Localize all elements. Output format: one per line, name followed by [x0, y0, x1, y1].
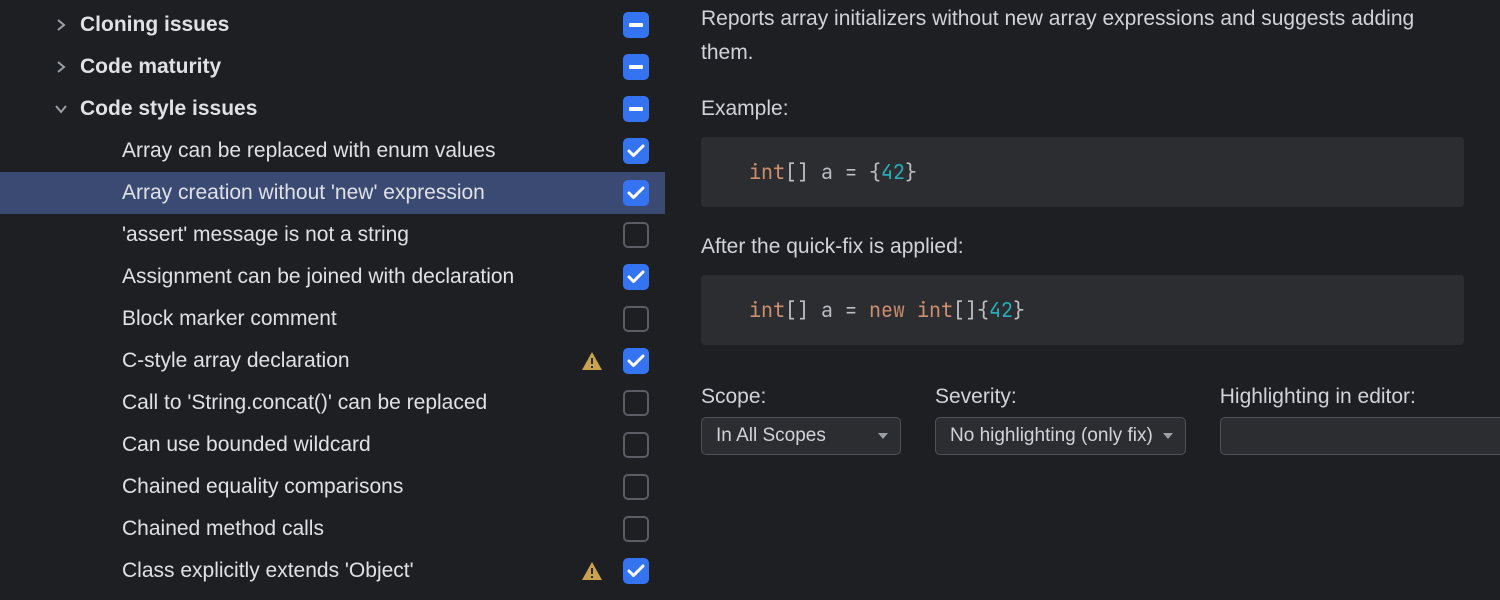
tree-leaf-label: Class explicitly extends 'Object': [122, 559, 581, 583]
checkbox-checked[interactable]: [623, 138, 649, 164]
highlight-combobox[interactable]: [1220, 417, 1500, 455]
severity-combobox[interactable]: No highlighting (only fix): [935, 417, 1186, 455]
checkbox-checked[interactable]: [623, 558, 649, 584]
tree-leaf[interactable]: Call to 'String.concat()' can be replace…: [0, 382, 665, 424]
checkbox-unchecked[interactable]: [623, 222, 649, 248]
inspection-tree: Cloning issues Code maturity Code style …: [0, 0, 665, 600]
tree-leaf-label: Chained method calls: [122, 517, 617, 541]
highlight-label: Highlighting in editor:: [1220, 385, 1500, 409]
tree-leaf[interactable]: Can use bounded wildcard: [0, 424, 665, 466]
tree-leaf-label: 'assert' message is not a string: [122, 223, 617, 247]
checkbox-unchecked[interactable]: [623, 432, 649, 458]
checkbox-unchecked[interactable]: [623, 390, 649, 416]
checkbox-indeterminate[interactable]: [623, 12, 649, 38]
tree-leaf[interactable]: Chained equality comparisons: [0, 466, 665, 508]
example-label: Example:: [701, 97, 1464, 121]
tree-leaf[interactable]: Assignment can be joined with declaratio…: [0, 256, 665, 298]
tree-category-code-style-issues[interactable]: Code style issues: [0, 88, 665, 130]
tree-leaf[interactable]: Chained method calls: [0, 508, 665, 550]
inspection-controls: Scope: In All Scopes Severity: No highli…: [701, 385, 1464, 455]
checkbox-indeterminate[interactable]: [623, 54, 649, 80]
tree-leaf-label: Can use bounded wildcard: [122, 433, 617, 457]
after-label: After the quick-fix is applied:: [701, 235, 1464, 259]
tree-leaf-label: Array creation without 'new' expression: [122, 181, 617, 205]
tree-leaf-label: Chained equality comparisons: [122, 475, 617, 499]
tree-category-label: Code style issues: [80, 97, 617, 121]
dropdown-caret-icon: [876, 433, 890, 439]
tree-category-cloning-issues[interactable]: Cloning issues: [0, 4, 665, 46]
checkbox-unchecked[interactable]: [623, 474, 649, 500]
dropdown-caret-icon: [1161, 433, 1175, 439]
tree-leaf[interactable]: 'assert' message is not a string: [0, 214, 665, 256]
checkbox-unchecked[interactable]: [623, 306, 649, 332]
checkbox-checked[interactable]: [623, 264, 649, 290]
warning-icon: [581, 350, 603, 372]
checkbox-checked[interactable]: [623, 180, 649, 206]
checkbox-checked[interactable]: [623, 348, 649, 374]
tree-category-label: Cloning issues: [80, 13, 617, 37]
code-example-before: int[] a = {42}: [701, 137, 1464, 207]
tree-leaf-label: Array can be replaced with enum values: [122, 139, 617, 163]
inspection-detail: Reports array initializers without new a…: [665, 0, 1500, 600]
chevron-right-icon: [50, 14, 72, 36]
tree-leaf-label: C-style array declaration: [122, 349, 581, 373]
tree-leaf-label: Call to 'String.concat()' can be replace…: [122, 391, 617, 415]
tree-leaf[interactable]: C-style array declaration: [0, 340, 665, 382]
tree-leaf-label: Assignment can be joined with declaratio…: [122, 265, 617, 289]
chevron-down-icon: [50, 98, 72, 120]
code-example-after: int[] a = new int[]{42}: [701, 275, 1464, 345]
checkbox-unchecked[interactable]: [623, 516, 649, 542]
warning-icon: [581, 560, 603, 582]
tree-category-label: Code maturity: [80, 55, 617, 79]
scope-combobox[interactable]: In All Scopes: [701, 417, 901, 455]
tree-leaf[interactable]: Class explicitly extends 'Object': [0, 550, 665, 592]
tree-leaf[interactable]: Array creation without 'new' expression: [0, 172, 665, 214]
chevron-right-icon: [50, 56, 72, 78]
scope-label: Scope:: [701, 385, 901, 409]
tree-category-code-maturity[interactable]: Code maturity: [0, 46, 665, 88]
tree-leaf-label: Block marker comment: [122, 307, 617, 331]
inspection-description: Reports array initializers without new a…: [701, 2, 1464, 69]
tree-leaf[interactable]: Block marker comment: [0, 298, 665, 340]
checkbox-indeterminate[interactable]: [623, 96, 649, 122]
severity-label: Severity:: [935, 385, 1186, 409]
tree-leaf[interactable]: Array can be replaced with enum values: [0, 130, 665, 172]
